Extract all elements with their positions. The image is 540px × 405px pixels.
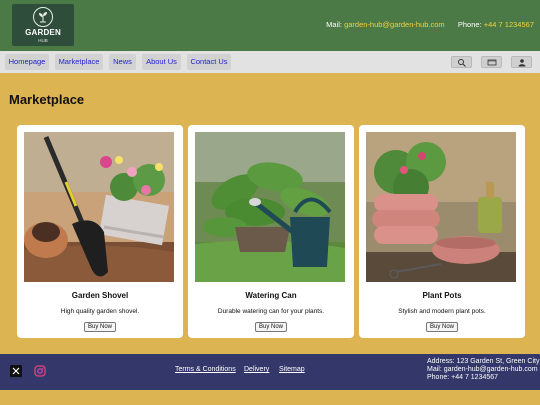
nav-item-news[interactable]: News: [109, 54, 136, 70]
garden-hub-logo[interactable]: GARDEN HUB: [12, 4, 74, 46]
phone-value[interactable]: +44 7 1234567: [484, 20, 534, 29]
product-description: Durable watering can for your plants.: [217, 308, 325, 315]
nav-item-contact-us[interactable]: Contact Us: [187, 54, 231, 70]
user-button[interactable]: [511, 56, 532, 68]
footer-link-terms[interactable]: Terms & Conditions: [175, 366, 236, 373]
product-name: Watering Can: [245, 291, 297, 300]
phone-label: Phone:: [457, 20, 482, 29]
phone-line: Phone: +44 7 1234567: [427, 374, 499, 381]
x-icon[interactable]: [10, 364, 22, 377]
product-card-garden-shovel: Garden Shovel High quality garden shovel…: [17, 125, 183, 338]
cart-icon: [487, 59, 497, 66]
cart-button[interactable]: [481, 56, 502, 68]
mail-line: Mail: garden-hub@garden-hub.com: [427, 366, 538, 373]
product-description: Stylish and modern plant pots.: [398, 308, 486, 315]
logo-sub: HUB: [38, 38, 48, 43]
product-name: Garden Shovel: [71, 291, 129, 300]
buy-now-button[interactable]: Buy Now: [255, 322, 288, 332]
nav-item-marketplace[interactable]: Marketplace: [55, 54, 103, 70]
logo-name: GARDEN: [25, 28, 61, 37]
footer-link-delivery[interactable]: Delivery: [244, 366, 269, 373]
instagram-icon[interactable]: [34, 364, 46, 377]
search-icon: [458, 59, 466, 67]
address-line: Address: 123 Garden St, Green City: [427, 358, 540, 365]
watering-can-photo[interactable]: [195, 132, 345, 282]
header-contact: Mail: garden-hub@garden-hub.com Phone: +…: [326, 20, 534, 29]
search-button[interactable]: [451, 56, 472, 68]
mail-value[interactable]: garden-hub@garden-hub.com: [344, 20, 445, 29]
buy-now-button[interactable]: Buy Now: [426, 322, 459, 332]
nav-item-about-us[interactable]: About Us: [142, 54, 181, 70]
site-footer: Terms & Conditions Delivery Sitemap Addr…: [0, 354, 540, 390]
garden-shovel-photo[interactable]: [24, 132, 174, 282]
plant-emblem-icon: [33, 7, 53, 27]
mail-label: Mail:: [326, 20, 342, 29]
product-name: Plant Pots: [422, 291, 462, 300]
footer-address: Address: 123 Garden St, Green City Mail:…: [427, 358, 539, 382]
site-header: GARDEN HUB Mail: garden-hub@garden-hub.c…: [0, 0, 540, 51]
main-nav: Homepage Marketplace News About Us Conta…: [0, 51, 540, 73]
product-card-watering-can: Watering Can Durable watering can for yo…: [188, 125, 354, 338]
footer-link-sitemap[interactable]: Sitemap: [279, 366, 305, 373]
page-title: Marketplace: [9, 92, 85, 107]
product-description: High quality garden shovel.: [60, 308, 140, 315]
plant-pots-photo[interactable]: [366, 132, 516, 282]
user-icon: [518, 59, 526, 67]
nav-item-homepage[interactable]: Homepage: [5, 54, 49, 70]
product-card-plant-pots: Plant Pots Stylish and modern plant pots…: [359, 125, 525, 338]
buy-now-button[interactable]: Buy Now: [84, 322, 117, 332]
